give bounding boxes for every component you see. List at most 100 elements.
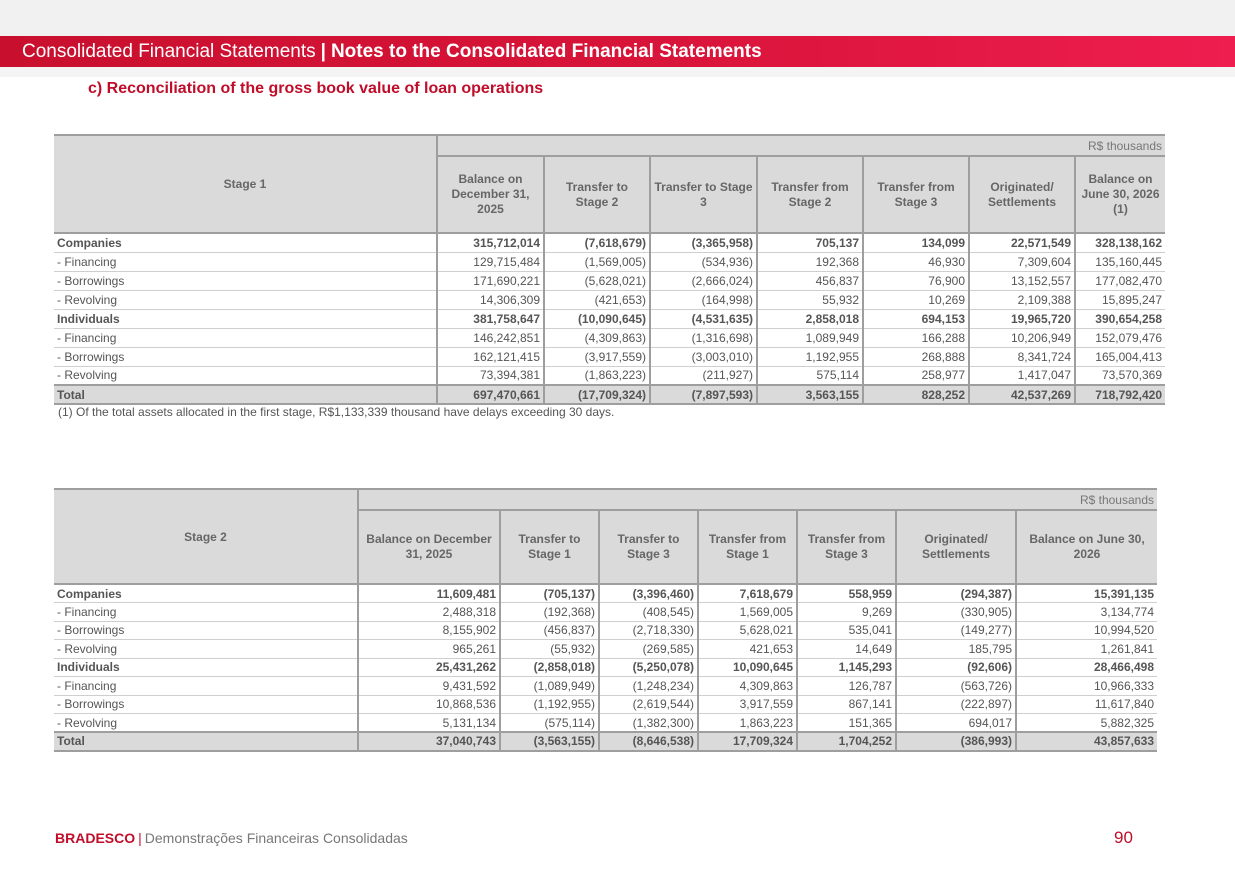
header-separator: | — [320, 41, 326, 62]
header-right-title: Notes to the Consolidated Financial Stat… — [330, 41, 762, 62]
header-underline-band — [0, 67, 1235, 77]
footer-text: Demonstrações Financeiras Consolidadas — [144, 830, 408, 846]
table-cell: (386,993) — [895, 731, 1016, 752]
table-cell: 1,192,955 — [756, 347, 863, 367]
table-cell: 73,570,369 — [1073, 366, 1166, 386]
table-cell: (1,192,955) — [499, 695, 599, 714]
table-cell: (575,114) — [499, 713, 599, 733]
table-cell: (294,387) — [895, 583, 1016, 603]
table-row: - Revolving 14,306,309 (421,653) (164,998) 5… — [54, 290, 1166, 310]
row-label: Companies — [54, 583, 358, 603]
table-cell: (2,718,330) — [598, 621, 698, 640]
table-cell: 11,609,481 — [357, 583, 500, 603]
row-label: Individuals — [54, 658, 358, 677]
table-cell: (3,396,460) — [598, 583, 698, 603]
table-cell: (3,003,010) — [649, 347, 757, 367]
table-row: - Financing 146,242,851 (4,309,863) (1,316,… — [54, 328, 1166, 348]
row-label: - Borrowings — [54, 271, 437, 291]
table-cell: 5,628,021 — [697, 621, 797, 640]
stage1-table: Stage 1 R$ thousands Balance on December… — [54, 134, 1166, 405]
table-cell: 965,261 — [357, 639, 500, 659]
table-cell: (2,666,024) — [649, 271, 757, 291]
stage2-table: Stage 2 R$ thousands Balance on December… — [54, 488, 1158, 752]
table-cell: 1,704,252 — [796, 731, 896, 752]
table-row: - Borrowings 8,155,902 (456,837) (2,718,330… — [54, 621, 1158, 640]
table-cell: (1,248,234) — [598, 676, 698, 696]
table-cell: 43,857,633 — [1014, 731, 1158, 752]
table-row: - Financing 2,488,318 (192,368) (408,545) 1,… — [54, 602, 1158, 622]
table-cell: (408,545) — [598, 602, 698, 622]
table-cell: 10,994,520 — [1014, 621, 1158, 640]
table-cell: (192,368) — [499, 602, 599, 622]
table-cell: (222,897) — [895, 695, 1016, 714]
table-cell: 1,145,293 — [796, 658, 896, 677]
table-cell: (1,089,949) — [499, 676, 599, 696]
row-label: Companies — [54, 232, 437, 253]
table-cell: 1,261,841 — [1014, 639, 1158, 659]
table-cell: (2,619,544) — [598, 695, 698, 714]
table-cell: 456,837 — [756, 271, 863, 291]
table-cell: 15,895,247 — [1073, 290, 1166, 310]
table-cell: 2,109,388 — [968, 290, 1075, 310]
table-cell: (330,905) — [895, 602, 1016, 622]
table-cell: (8,646,538) — [598, 731, 698, 752]
table-cell: 151,365 — [796, 713, 896, 733]
table-row: Companies 11,609,481 (705,137) (3,396,460) 7… — [54, 583, 1158, 603]
row-label: - Revolving — [54, 366, 437, 386]
footer-brand: BRADESCO — [55, 830, 136, 846]
table-cell: 165,004,413 — [1073, 347, 1166, 367]
table-cell: 5,131,134 — [357, 713, 500, 733]
table-cell: 535,041 — [796, 621, 896, 640]
row-label: Total — [54, 731, 358, 752]
table-cell: (3,917,559) — [543, 347, 650, 367]
row-label: - Borrowings — [54, 621, 358, 640]
table-cell: 1,089,949 — [756, 328, 863, 348]
table-cell: 171,690,221 — [436, 271, 544, 291]
total-row: Total 697,470,661 (17,709,324) (7,897,593) 3… — [54, 384, 1166, 405]
table-cell: 162,121,415 — [436, 347, 544, 367]
table-cell: 1,863,223 — [697, 713, 797, 733]
table-cell: 28,466,498 — [1014, 658, 1158, 677]
table-row: - Borrowings 10,868,536 (1,192,955) (2,619,… — [54, 695, 1158, 714]
row-label: Total — [54, 384, 437, 405]
row-label: - Financing — [54, 676, 358, 696]
total-row: Total 37,040,743 (3,563,155) (8,646,538) 17,… — [54, 731, 1158, 752]
table-cell: (534,936) — [649, 252, 757, 272]
table-row: - Financing 9,431,592 (1,089,949) (1,248,23… — [54, 676, 1158, 696]
table-cell: 558,959 — [796, 583, 896, 603]
table-cell: 17,709,324 — [697, 731, 797, 752]
table-cell: 76,900 — [862, 271, 969, 291]
table-cell: 697,470,661 — [436, 384, 544, 405]
footnote: (1) Of the total assets allocated in the… — [58, 405, 615, 419]
column-header: Balance on June 30, 2026 (1) — [1073, 155, 1166, 234]
page: Consolidated Financial Statements | Notes … — [0, 0, 1235, 890]
table-cell: (3,365,958) — [649, 232, 757, 253]
table-cell: 11,617,840 — [1014, 695, 1158, 714]
column-header: Transfer from Stage 1 — [697, 509, 797, 585]
table-cell: 10,966,333 — [1014, 676, 1158, 696]
table-cell: 126,787 — [796, 676, 896, 696]
table-cell: 694,017 — [895, 713, 1016, 733]
section-title: c) Reconciliation of the gross book valu… — [88, 80, 544, 97]
table-row: - Revolving 965,261 (55,932) (269,585) 421,6… — [54, 639, 1158, 659]
table-cell: 381,758,647 — [436, 309, 544, 329]
table-row: - Borrowings 171,690,221 (5,628,021) (2,666… — [54, 271, 1166, 291]
table-cell: 37,040,743 — [357, 731, 500, 752]
table-cell: 3,563,155 — [756, 384, 863, 405]
column-header: Transfer to Stage 3 — [649, 155, 757, 234]
page-number: 90 — [1114, 828, 1133, 847]
table-cell: 10,090,645 — [697, 658, 797, 677]
table-row: - Revolving 5,131,134 (575,114) (1,382,300)… — [54, 713, 1158, 733]
table-cell: 8,341,724 — [968, 347, 1075, 367]
table-cell: 718,792,420 — [1073, 384, 1166, 405]
table-cell: 2,488,318 — [357, 602, 500, 622]
column-header: Originated/ Settlements — [968, 155, 1075, 234]
table-cell: (92,606) — [895, 658, 1016, 677]
table-cell: 258,977 — [862, 366, 969, 386]
column-header: Balance on December 31, 2025 — [357, 509, 500, 585]
table-cell: 315,712,014 — [436, 232, 544, 253]
table-cell: 42,537,269 — [968, 384, 1075, 405]
table-cell: (1,569,005) — [543, 252, 650, 272]
table-cell: 3,134,774 — [1014, 602, 1158, 622]
top-strip — [0, 0, 1235, 36]
